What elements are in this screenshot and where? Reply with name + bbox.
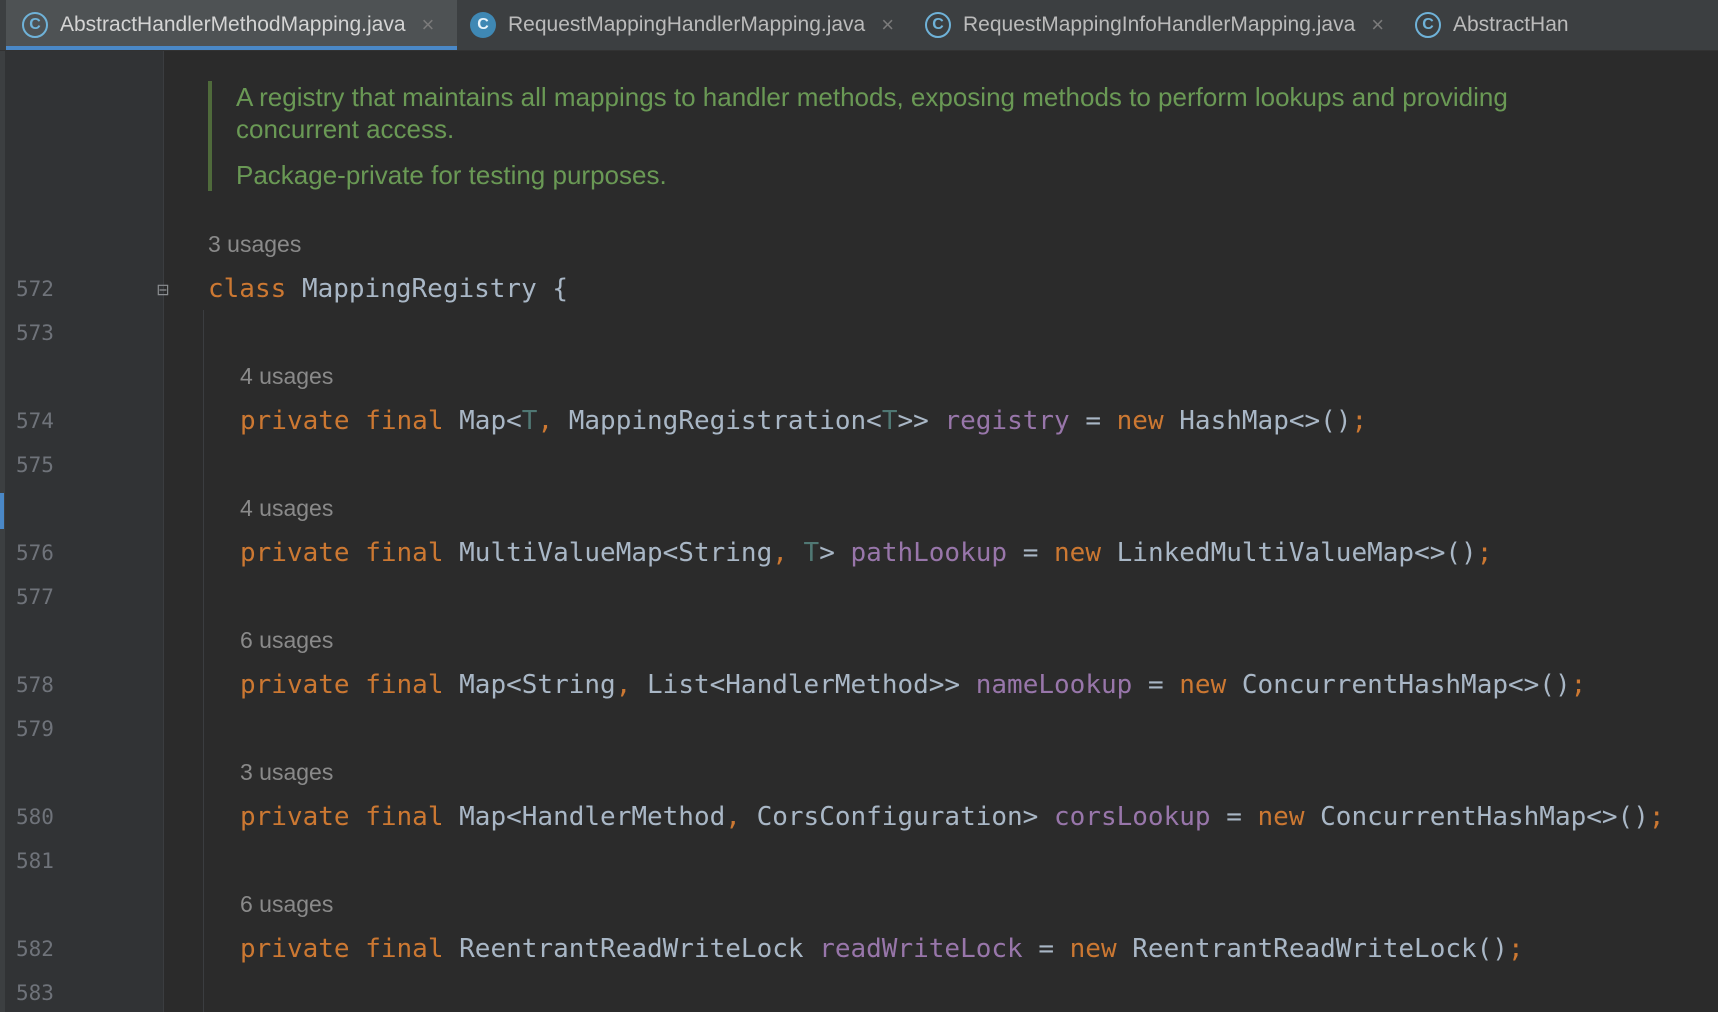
field-name: nameLookup [975, 670, 1133, 700]
line-number: 578 [16, 673, 54, 697]
type-parameter: T [521, 406, 538, 436]
field-name: corsLookup [1054, 802, 1211, 832]
line-number: 573 [16, 321, 54, 345]
modifiers: private final [240, 538, 444, 568]
class-icon: C [470, 12, 496, 38]
current-line-marker [0, 493, 4, 529]
type: List<HandlerMethod>> [647, 670, 961, 700]
usages-hint[interactable]: 6 usages [240, 627, 333, 654]
keyword: new [1069, 934, 1117, 964]
close-icon[interactable]: × [1371, 12, 1384, 38]
tab-request-mapping-info-handler-mapping[interactable]: C RequestMappingInfoHandlerMapping.java … [925, 0, 1405, 50]
comma: , [615, 670, 632, 700]
type: > [819, 538, 835, 568]
initializer: HashMap<>() [1179, 406, 1352, 436]
field-name: readWriteLock [819, 934, 1023, 964]
tab-abstract-handler-truncated[interactable]: C AbstractHan [1415, 0, 1718, 50]
tab-label: RequestMappingHandlerMapping.java [508, 13, 866, 36]
comma: , [772, 538, 788, 568]
tab-abstract-handler-method-mapping[interactable]: C AbstractHandlerMethodMapping.java × [6, 0, 457, 50]
line-number: 576 [16, 541, 54, 565]
abstract-class-icon: C [925, 12, 951, 38]
line-number: 572 [16, 277, 54, 301]
type: CorsConfiguration> [756, 802, 1039, 832]
operator: = [1147, 670, 1164, 700]
comma: , [725, 802, 741, 832]
javadoc-paragraph: A registry that maintains all mappings t… [236, 82, 1508, 144]
type: Map< [459, 406, 522, 436]
type-parameter: T [803, 538, 820, 568]
brace: { [552, 274, 569, 304]
operator: = [1038, 934, 1054, 964]
type: ReentrantReadWriteLock [459, 934, 804, 964]
initializer: ReentrantReadWriteLock() [1132, 934, 1508, 964]
field-name: pathLookup [850, 538, 1008, 568]
abstract-class-icon: C [1415, 12, 1441, 38]
code-line-572[interactable]: class MappingRegistry { [208, 274, 568, 304]
javadoc-paragraph: Package-private for testing purposes. [236, 160, 667, 190]
type: MappingRegistration< [568, 406, 882, 436]
line-number: 582 [16, 937, 54, 961]
field-name: registry [944, 406, 1070, 436]
usages-hint[interactable]: 6 usages [240, 891, 333, 918]
keyword: class [208, 274, 287, 304]
javadoc-comment: A registry that maintains all mappings t… [208, 81, 1586, 191]
semicolon: ; [1648, 802, 1665, 832]
semicolon: ; [1351, 406, 1368, 436]
class-name: MappingRegistry [301, 274, 537, 304]
line-number: 579 [16, 717, 54, 741]
modifiers: private final [240, 802, 444, 832]
code-line-582[interactable]: private final ReentrantReadWriteLock rea… [240, 934, 1524, 964]
tab-label: RequestMappingInfoHandlerMapping.java [963, 13, 1356, 36]
semicolon: ; [1570, 670, 1587, 700]
line-number: 575 [16, 453, 54, 477]
tab-label: AbstractHan [1453, 13, 1569, 36]
editor-tab-bar: C AbstractHandlerMethodMapping.java × C … [0, 0, 1718, 51]
keyword: new [1116, 406, 1164, 436]
initializer: ConcurrentHashMap<>() [1320, 802, 1649, 832]
tab-request-mapping-handler-mapping[interactable]: C RequestMappingHandlerMapping.java × [470, 0, 910, 50]
keyword: new [1179, 670, 1227, 700]
usages-hint[interactable]: 4 usages [240, 495, 333, 522]
keyword: new [1257, 802, 1305, 832]
code-line-576[interactable]: private final MultiValueMap<String, T> p… [240, 538, 1492, 568]
type: Map<String [459, 670, 616, 700]
close-icon[interactable]: × [881, 12, 894, 38]
comma: , [537, 406, 554, 436]
operator: = [1085, 406, 1101, 436]
keyword: new [1054, 538, 1101, 568]
line-number: 583 [16, 981, 54, 1005]
abstract-class-icon: C [22, 12, 48, 38]
modifiers: private final [240, 670, 444, 700]
code-line-578[interactable]: private final Map<String, List<HandlerMe… [240, 670, 1586, 700]
initializer: LinkedMultiValueMap<>() [1116, 538, 1477, 568]
initializer: ConcurrentHashMap<>() [1241, 670, 1571, 700]
line-number: 574 [16, 409, 54, 433]
usages-hint[interactable]: 4 usages [240, 363, 333, 390]
close-icon[interactable]: × [422, 12, 435, 38]
line-number: 581 [16, 849, 54, 873]
modifiers: private final [240, 406, 444, 436]
type: Map<HandlerMethod [459, 802, 726, 832]
type-parameter: T [881, 406, 898, 436]
code-line-580[interactable]: private final Map<HandlerMethod, CorsCon… [240, 802, 1665, 832]
tab-label: AbstractHandlerMethodMapping.java [60, 13, 406, 36]
usages-hint[interactable]: 3 usages [208, 231, 301, 258]
type: >> [897, 406, 929, 436]
modifiers: private final [240, 934, 444, 964]
line-number: 580 [16, 805, 54, 829]
semicolon: ; [1507, 934, 1524, 964]
code-line-574[interactable]: private final Map<T, MappingRegistration… [240, 406, 1367, 436]
code-editor[interactable]: A registry that maintains all mappings t… [164, 51, 1718, 1012]
line-number: 577 [16, 585, 54, 609]
operator: = [1022, 538, 1039, 568]
operator: = [1226, 802, 1242, 832]
usages-hint[interactable]: 3 usages [240, 759, 333, 786]
type: MultiValueMap<String [459, 538, 773, 568]
semicolon: ; [1476, 538, 1493, 568]
